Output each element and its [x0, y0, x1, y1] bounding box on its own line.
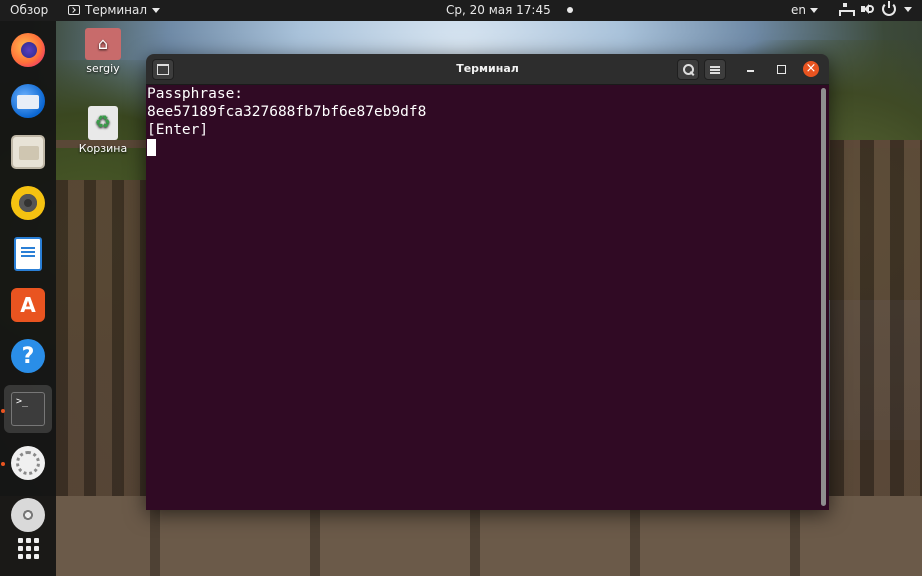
terminal-icon: >_	[11, 392, 45, 426]
keyboard-layout-label: en	[791, 3, 806, 17]
network-icon	[838, 2, 855, 16]
dock-terminal[interactable]: >_	[4, 385, 52, 433]
terminal-small-icon	[68, 5, 80, 15]
terminal-window: Терминал Passphrase: 8ee57189fca327688fb…	[146, 54, 829, 510]
desktop-trash[interactable]: ♻ Корзина	[75, 106, 131, 155]
show-apps-button[interactable]	[4, 524, 52, 572]
clock[interactable]: Ср, 20 мая 17:45	[446, 3, 573, 17]
dock-thunderbird[interactable]	[4, 77, 52, 125]
minimize-button[interactable]	[742, 61, 758, 77]
maximize-button[interactable]	[773, 61, 789, 77]
terminal-line: [Enter]	[147, 122, 209, 138]
software-store-icon: A	[11, 288, 45, 322]
terminal-line: Passphrase:	[147, 86, 244, 102]
help-icon: ?	[11, 339, 45, 373]
window-title: Терминал	[456, 62, 519, 75]
dock-firefox[interactable]	[4, 26, 52, 74]
running-indicator	[1, 409, 5, 413]
settings-icon	[11, 446, 45, 480]
hamburger-menu-button[interactable]	[704, 59, 726, 80]
desktop-home-folder[interactable]: sergiy	[75, 28, 131, 75]
power-icon	[882, 1, 896, 16]
trash-icon: ♻	[88, 106, 118, 140]
terminal-body[interactable]: Passphrase: 8ee57189fca327688fb7bf6e87eb…	[146, 85, 829, 510]
dock-rhythmbox[interactable]	[4, 179, 52, 227]
scrollbar[interactable]	[821, 88, 826, 506]
trash-label: Корзина	[78, 142, 128, 155]
rhythmbox-icon	[11, 186, 45, 220]
dock-software[interactable]: A	[4, 281, 52, 329]
dock-files[interactable]	[4, 128, 52, 176]
chevron-down-icon	[152, 7, 161, 13]
dock-help[interactable]: ?	[4, 332, 52, 380]
dock-settings[interactable]	[4, 439, 52, 487]
dock-writer[interactable]	[4, 230, 52, 278]
clock-label: Ср, 20 мая 17:45	[446, 3, 551, 17]
close-button[interactable]	[803, 61, 819, 77]
home-folder-label: sergiy	[86, 62, 120, 75]
app-menu[interactable]: Терминал	[68, 3, 161, 17]
volume-icon	[860, 2, 874, 16]
running-indicator	[1, 462, 5, 466]
window-titlebar[interactable]: Терминал	[146, 54, 829, 85]
home-folder-icon	[85, 28, 121, 60]
system-menu[interactable]	[838, 1, 912, 16]
search-button[interactable]	[677, 59, 699, 80]
chevron-down-icon	[904, 6, 912, 12]
libreoffice-writer-icon	[14, 237, 42, 271]
app-menu-label: Терминал	[85, 3, 148, 17]
keyboard-layout[interactable]: en	[791, 3, 818, 17]
show-apps-icon	[17, 537, 39, 559]
dock: A ? >_	[0, 21, 56, 576]
firefox-icon	[11, 33, 45, 67]
notification-dot-icon	[566, 7, 573, 13]
thunderbird-icon	[11, 84, 45, 118]
terminal-line: 8ee57189fca327688fb7bf6e87eb9df8	[147, 104, 427, 120]
files-icon	[11, 135, 45, 169]
chevron-down-icon	[810, 7, 818, 13]
top-bar: Обзор Терминал Ср, 20 мая 17:45 en	[0, 0, 922, 21]
activities-button[interactable]: Обзор	[10, 3, 48, 17]
text-cursor	[147, 139, 156, 156]
